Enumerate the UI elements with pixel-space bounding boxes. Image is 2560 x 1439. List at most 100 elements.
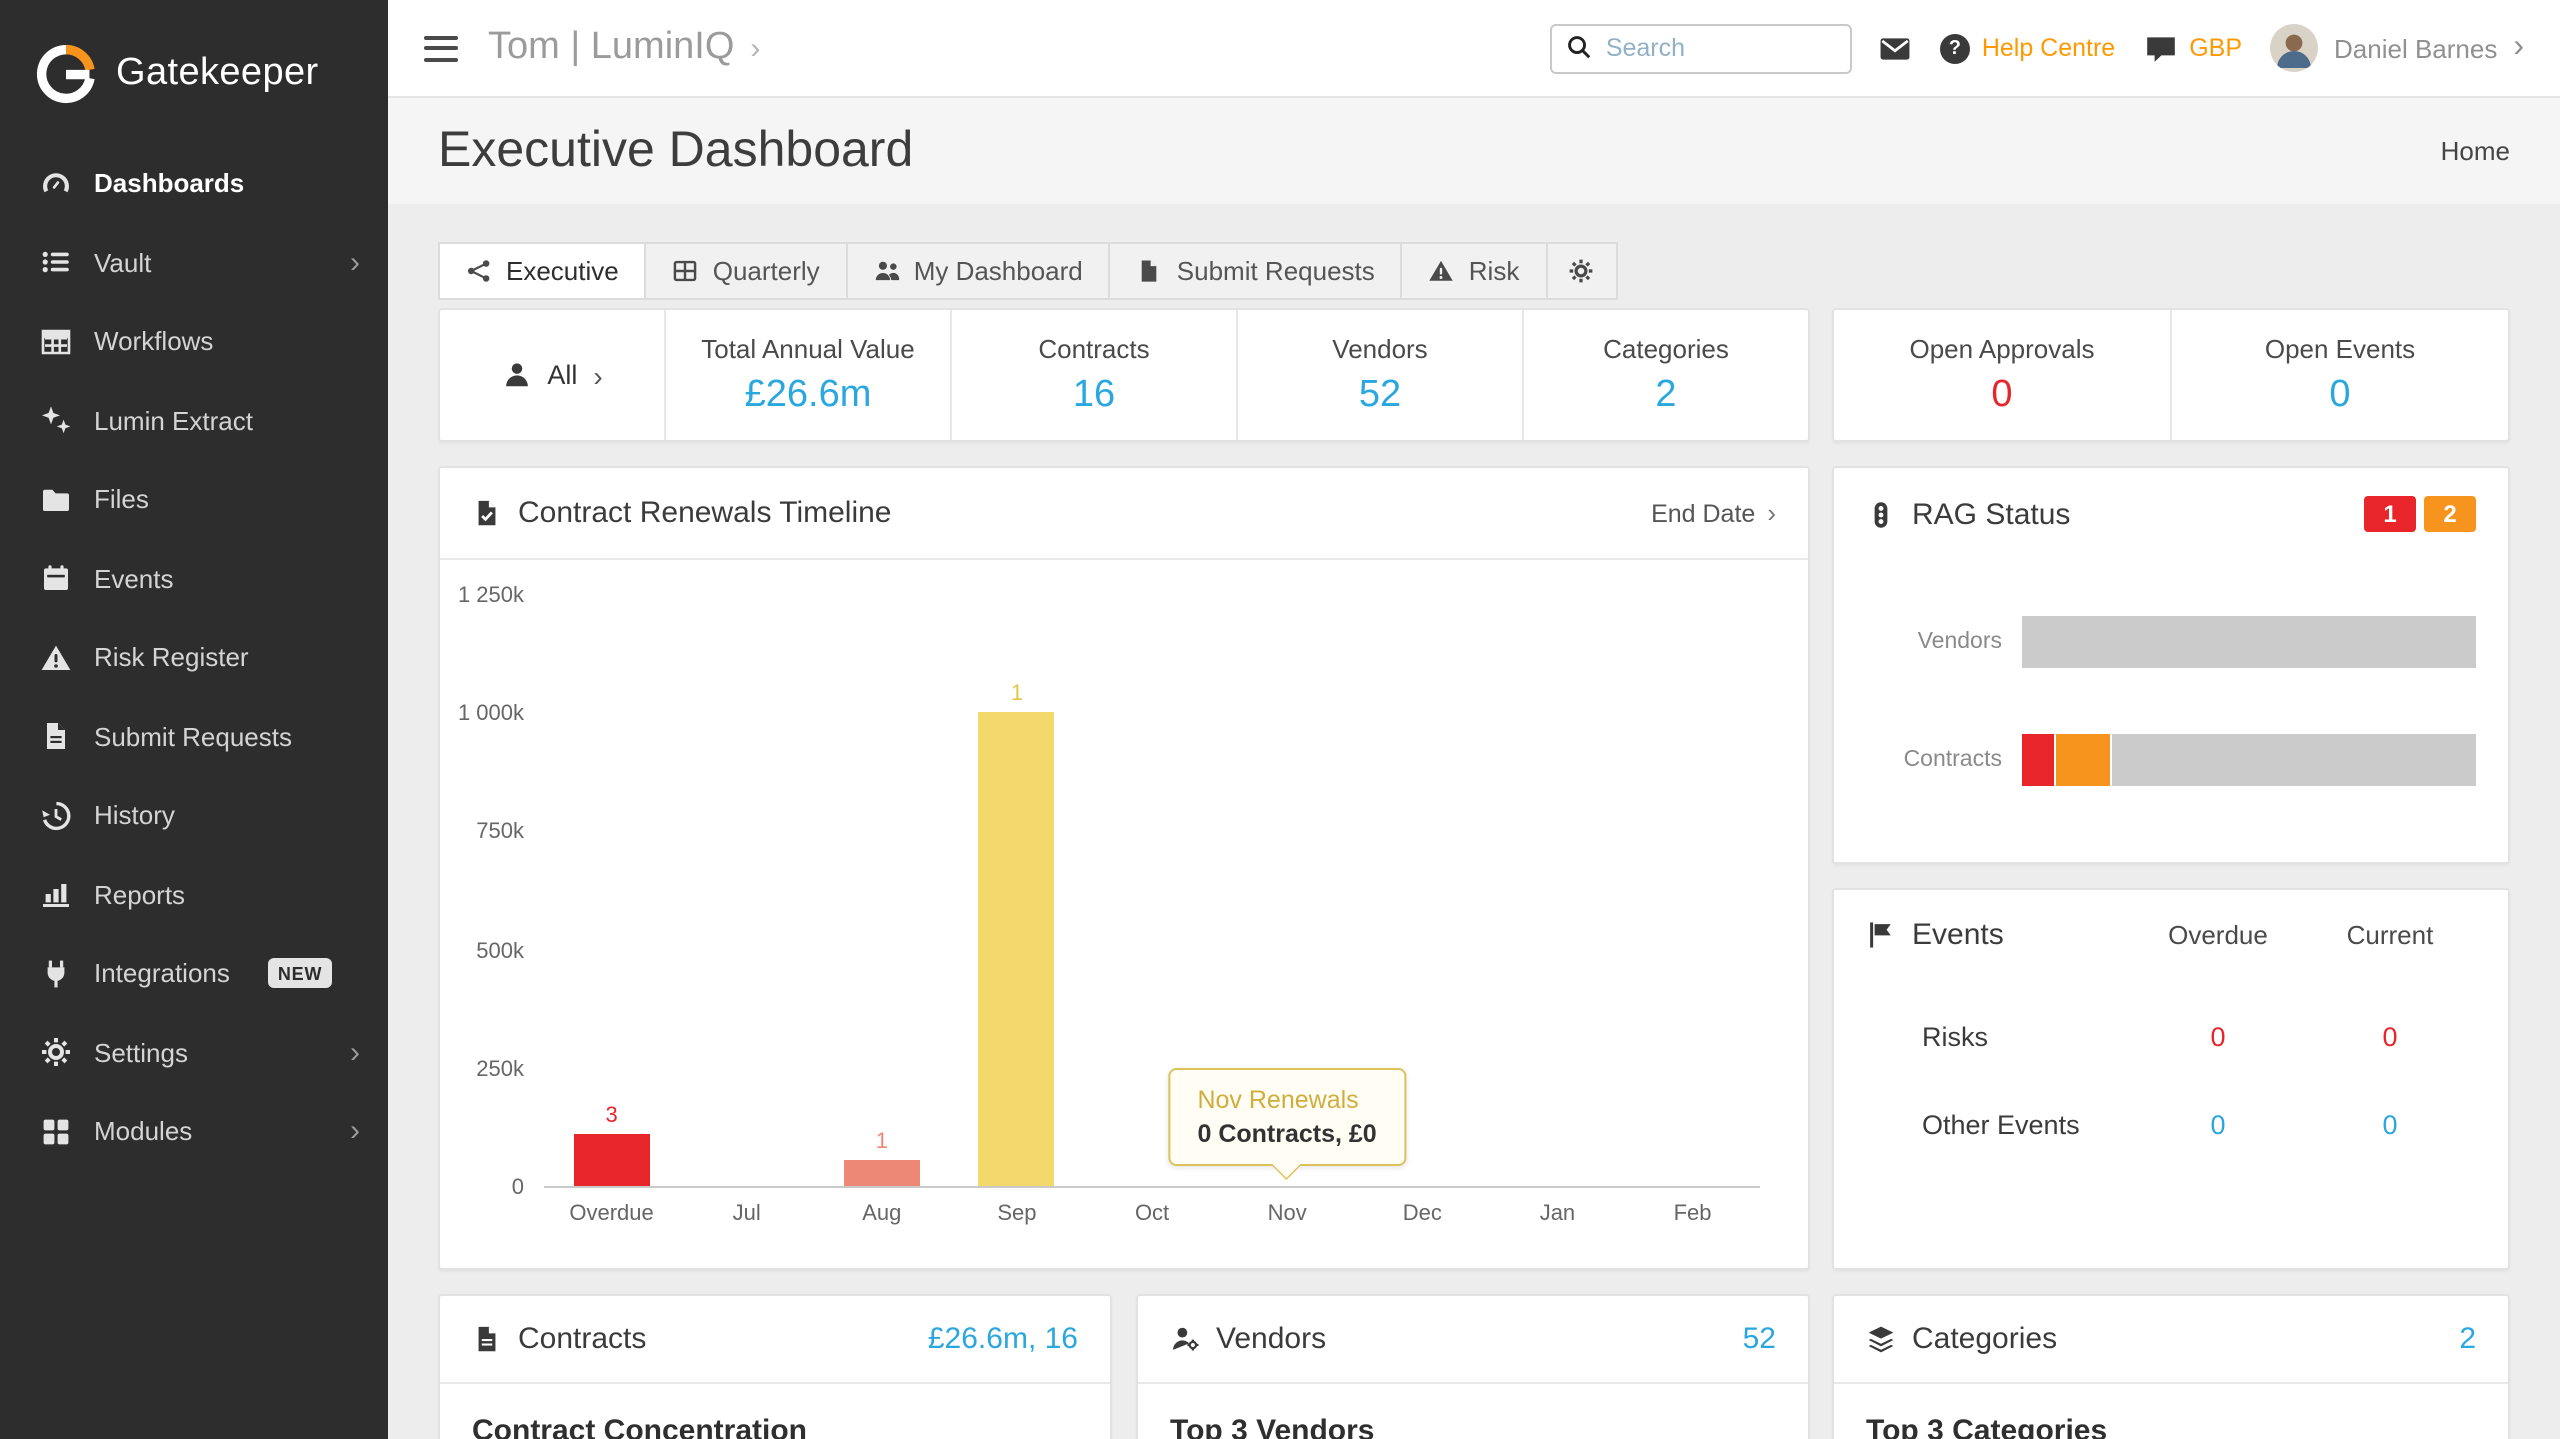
other-events-current-count[interactable]: 0 <box>2304 1109 2476 1139</box>
sidebar-item-dashboards[interactable]: Dashboards <box>0 144 388 223</box>
sidebar-item-vault[interactable]: Vault › <box>0 223 388 302</box>
calendar-icon <box>40 563 72 595</box>
home-link[interactable]: Home <box>2441 136 2510 166</box>
chart-column-jan[interactable] <box>1490 596 1625 1186</box>
rag-segment[interactable] <box>2111 734 2476 786</box>
search-input[interactable] <box>1550 23 1852 73</box>
card-header: Contracts £26.6m, 16 <box>440 1296 1110 1384</box>
stat-value: 0 <box>2329 373 2350 417</box>
card-title: Events <box>1912 918 2004 952</box>
sidebar-item-events[interactable]: Events <box>0 539 388 618</box>
rag-segment[interactable] <box>2055 734 2109 786</box>
stat-open-approvals[interactable]: Open Approvals 0 <box>1834 310 2170 440</box>
section-heading: Contract Concentration <box>440 1384 1110 1439</box>
user-menu[interactable]: Daniel Barnes › <box>2270 24 2524 72</box>
chart-column-aug[interactable]: 1 <box>814 596 949 1186</box>
rag-segment[interactable] <box>2022 734 2053 786</box>
chart-column-overdue[interactable]: 3 <box>544 596 679 1186</box>
help-centre-link[interactable]: ? Help Centre <box>1940 33 2115 63</box>
x-axis: OverdueJulAugSepOctNovDecJanFeb <box>544 1188 1760 1226</box>
brand[interactable]: Gatekeeper <box>0 0 388 144</box>
gauge-icon <box>40 168 72 200</box>
y-axis-tick: 1 000k <box>458 702 524 726</box>
rag-red-count-badge[interactable]: 1 <box>2364 496 2416 532</box>
chart-column-jul[interactable] <box>679 596 814 1186</box>
card-header: Contract Renewals Timeline End Date › <box>440 468 1808 560</box>
risks-current-count[interactable]: 0 <box>2304 1021 2476 1051</box>
tab-quarterly[interactable]: Quarterly <box>645 242 848 300</box>
sidebar-item-history[interactable]: History <box>0 776 388 855</box>
currency-selector[interactable]: GBP <box>2143 31 2242 65</box>
stat-categories[interactable]: Categories 2 <box>1522 310 1808 440</box>
sidebar-item-reports[interactable]: Reports <box>0 855 388 934</box>
sidebar-item-submit-requests[interactable]: Submit Requests <box>0 697 388 776</box>
tab-submit-requests[interactable]: Submit Requests <box>1109 242 1403 300</box>
sidebar-item-files[interactable]: Files <box>0 460 388 539</box>
rag-row-label: Contracts <box>1866 748 2022 772</box>
stat-label: Categories <box>1603 333 1729 363</box>
plug-icon <box>40 958 72 990</box>
chevron-right-icon: › <box>750 31 760 65</box>
sort-by-end-date[interactable]: End Date › <box>1651 498 1776 528</box>
warning-triangle-icon <box>40 642 72 674</box>
sidebar-item-label: Lumin Extract <box>94 406 253 436</box>
rag-amber-count-badge[interactable]: 2 <box>2424 496 2476 532</box>
risks-overdue-count[interactable]: 0 <box>2132 1021 2304 1051</box>
sidebar-item-label: Reports <box>94 880 185 910</box>
sidebar-item-risk-register[interactable]: Risk Register <box>0 618 388 697</box>
sidebar-item-label: Submit Requests <box>94 722 292 752</box>
x-axis-label: Oct <box>1085 1188 1220 1226</box>
chevron-right-icon: › <box>593 359 602 391</box>
traffic-light-icon <box>1866 499 1896 529</box>
bar-value-label: 1 <box>876 1130 888 1154</box>
stat-vendors[interactable]: Vendors 52 <box>1236 310 1522 440</box>
rag-segment[interactable] <box>2022 616 2476 668</box>
breadcrumb[interactable]: Tom | LuminIQ › <box>488 26 760 70</box>
renewals-bar[interactable] <box>844 1160 920 1186</box>
stat-open-events[interactable]: Open Events 0 <box>2170 310 2508 440</box>
sidebar-item-lumin-extract[interactable]: Lumin Extract <box>0 381 388 460</box>
dashboard-grid: All › Total Annual Value £26.6m Contract… <box>438 308 2510 1439</box>
speech-bubble-icon <box>2143 31 2177 65</box>
chart-tooltip: Nov Renewals 0 Contracts, £0 <box>1167 1068 1406 1166</box>
stat-contracts[interactable]: Contracts 16 <box>950 310 1236 440</box>
card-title: RAG Status <box>1912 497 2070 531</box>
stat-value: 2 <box>1655 373 1676 417</box>
rag-bar <box>2022 734 2476 786</box>
categories-summary-value[interactable]: 2 <box>2459 1322 2476 1356</box>
tab-executive[interactable]: Executive <box>438 242 647 300</box>
tab-settings-gear[interactable] <box>1545 242 1617 300</box>
y-axis-tick: 1 250k <box>458 584 524 608</box>
chart-column-sep[interactable]: 1 <box>949 596 1084 1186</box>
vendors-summary-value[interactable]: 52 <box>1743 1322 1776 1356</box>
renewals-bar[interactable] <box>574 1134 650 1186</box>
stat-total-annual-value[interactable]: Total Annual Value £26.6m <box>664 310 950 440</box>
sidebar-item-integrations[interactable]: Integrations NEW <box>0 934 388 1013</box>
contracts-card: Contracts £26.6m, 16 Contract Concentrat… <box>438 1294 1112 1439</box>
tab-my-dashboard[interactable]: My Dashboard <box>846 242 1111 300</box>
chart-column-feb[interactable] <box>1625 596 1760 1186</box>
scope-label: All <box>547 360 577 390</box>
folder-icon <box>40 484 72 516</box>
section-heading: Top 3 Categories <box>1834 1384 2508 1439</box>
breadcrumb-label: Tom | LuminIQ <box>488 26 734 70</box>
other-events-overdue-count[interactable]: 0 <box>2132 1109 2304 1139</box>
bar-value-label: 1 <box>1011 682 1023 706</box>
grid-icon <box>673 258 699 284</box>
hamburger-menu-icon[interactable] <box>420 27 462 69</box>
document-check-icon <box>472 498 502 528</box>
tab-label: Submit Requests <box>1177 256 1375 286</box>
sidebar-item-settings[interactable]: Settings › <box>0 1013 388 1092</box>
topbar-actions: ? Help Centre GBP Daniel Barnes › <box>1878 24 2524 72</box>
events-rows: Risks 0 0 Other Events 0 0 <box>1866 992 2476 1168</box>
bar-value-label: 3 <box>605 1104 617 1128</box>
new-badge: NEW <box>268 959 332 989</box>
contracts-summary-value[interactable]: £26.6m, 16 <box>928 1322 1078 1356</box>
sidebar-item-modules[interactable]: Modules › <box>0 1092 388 1171</box>
tab-risk[interactable]: Risk <box>1401 242 1548 300</box>
sidebar-item-workflows[interactable]: Workflows <box>0 302 388 381</box>
renewals-bar[interactable] <box>979 712 1055 1186</box>
envelope-icon[interactable] <box>1878 31 1912 65</box>
scope-filter[interactable]: All › <box>440 310 664 440</box>
document-icon <box>1137 258 1163 284</box>
